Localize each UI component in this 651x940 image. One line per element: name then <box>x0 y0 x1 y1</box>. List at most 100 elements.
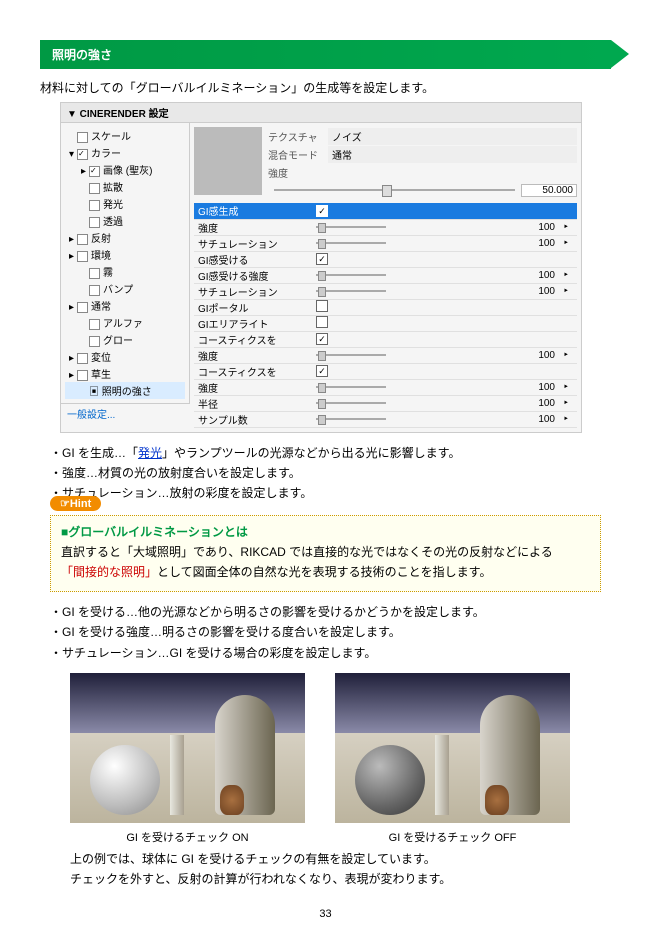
tree-item[interactable]: ▸通常 <box>65 297 185 314</box>
tree-item[interactable]: ▸反射 <box>65 229 185 246</box>
slider[interactable] <box>316 290 386 292</box>
tree-item[interactable]: ▣ 照明の強さ <box>65 382 185 399</box>
spinner-icon[interactable]: ‣ <box>559 267 577 283</box>
tree-item[interactable]: グロー <box>65 331 185 348</box>
checkbox[interactable] <box>316 365 328 377</box>
doc-icon: ▣ <box>89 387 102 398</box>
checkbox-icon[interactable] <box>77 370 88 381</box>
param-row: サチュレーション100‣ <box>194 235 577 251</box>
checkbox-icon[interactable] <box>89 336 100 347</box>
b2-1: ・GI を受ける…他の光源などから明るさの影響を受けるかどうかを設定します。 <box>50 602 611 622</box>
checkbox-icon[interactable] <box>77 251 88 262</box>
spinner-icon[interactable] <box>559 331 577 347</box>
strength-slider[interactable] <box>274 189 515 191</box>
caption-left: GI を受けるチェック ON <box>70 829 305 845</box>
checkbox-icon[interactable] <box>77 234 88 245</box>
param-value[interactable] <box>511 315 559 331</box>
tree-item[interactable]: スケール <box>65 127 185 144</box>
hint-label: ☞Hint <box>50 496 101 511</box>
spinner-icon[interactable]: ‣ <box>559 219 577 235</box>
blend-value[interactable]: 通常 <box>328 146 577 163</box>
checkbox-icon[interactable] <box>89 268 100 279</box>
checkbox-icon[interactable] <box>89 200 100 211</box>
param-value[interactable] <box>511 331 559 347</box>
spinner-icon[interactable] <box>559 299 577 315</box>
spinner-icon[interactable]: ‣ <box>559 347 577 363</box>
checkbox[interactable] <box>316 316 328 328</box>
param-value[interactable] <box>511 299 559 315</box>
b1-pre: ・GI を生成…「 <box>50 446 138 460</box>
tree-item[interactable]: ▸草生 <box>65 365 185 382</box>
tree-item[interactable]: 発光 <box>65 195 185 212</box>
param-label: コースティクスを <box>194 363 312 379</box>
slider[interactable] <box>316 354 386 356</box>
tree-item[interactable]: アルファ <box>65 314 185 331</box>
checkbox-icon[interactable] <box>89 319 100 330</box>
tree-item-label: アルファ <box>103 319 143 330</box>
spinner-icon[interactable] <box>559 315 577 331</box>
checkbox-icon[interactable] <box>89 183 100 194</box>
tree-item[interactable]: ▸環境 <box>65 246 185 263</box>
checkbox[interactable] <box>316 253 328 265</box>
param-row: サンプル数100‣ <box>194 411 577 427</box>
slider[interactable] <box>316 418 386 420</box>
tree-item[interactable]: バンプ <box>65 280 185 297</box>
param-value[interactable]: 100 <box>511 347 559 363</box>
tree-item-label: 霧 <box>103 268 113 279</box>
param-value[interactable]: 100 <box>511 379 559 395</box>
param-value[interactable]: 100 <box>511 267 559 283</box>
slider[interactable] <box>316 242 386 244</box>
param-value[interactable]: 100 <box>511 235 559 251</box>
tree-item-label: バンプ <box>103 285 133 296</box>
checkbox-icon[interactable] <box>89 217 100 228</box>
spinner-icon[interactable] <box>559 363 577 379</box>
general-settings-link[interactable]: 一般設定... <box>61 403 190 423</box>
checkbox-icon[interactable] <box>77 353 88 364</box>
checkbox-icon[interactable] <box>77 132 88 143</box>
param-value[interactable]: 100 <box>511 283 559 299</box>
tree-item[interactable]: ▸画像 (聖灰) <box>65 161 185 178</box>
checkbox-icon[interactable] <box>77 302 88 313</box>
tree-item[interactable]: ▸変位 <box>65 348 185 365</box>
tree-item[interactable]: 霧 <box>65 263 185 280</box>
strength-value[interactable]: 50.000 <box>521 184 577 197</box>
checkbox-icon[interactable] <box>77 149 88 160</box>
param-label: コースティクスを <box>194 331 312 347</box>
spinner-icon[interactable]: ‣ <box>559 379 577 395</box>
tree-panel: スケール▾カラー▸画像 (聖灰)拡散発光透過▸反射▸環境霧バンプ▸通常アルファグ… <box>61 123 190 432</box>
spinner-icon[interactable]: ‣ <box>559 411 577 427</box>
checkbox[interactable] <box>316 205 328 217</box>
checkbox[interactable] <box>316 333 328 345</box>
emit-link[interactable]: 発光 <box>138 446 162 460</box>
slider[interactable] <box>316 226 386 228</box>
param-value[interactable] <box>511 363 559 379</box>
tree-item-label: 通常 <box>91 302 111 313</box>
tree-item-label: 草生 <box>91 370 111 381</box>
checkbox-icon[interactable] <box>89 285 100 296</box>
checkbox[interactable] <box>316 300 328 312</box>
param-value[interactable]: 100 <box>511 411 559 427</box>
hint-box: ■グローバルイルミネーションとは 直訳すると「大域照明」であり、RIKCAD で… <box>50 515 601 592</box>
spinner-icon[interactable]: ‣ <box>559 235 577 251</box>
param-value[interactable]: 100 <box>511 219 559 235</box>
spinner-icon[interactable] <box>559 251 577 267</box>
slider[interactable] <box>316 402 386 404</box>
spinner-icon[interactable] <box>559 203 577 219</box>
tree-item[interactable]: 拡散 <box>65 178 185 195</box>
spinner-icon[interactable]: ‣ <box>559 395 577 411</box>
tree-item[interactable]: 透過 <box>65 212 185 229</box>
param-value[interactable]: 100 <box>511 395 559 411</box>
checkbox-icon[interactable] <box>89 166 100 177</box>
slider[interactable] <box>316 274 386 276</box>
param-row: コースティクスを <box>194 363 577 379</box>
texture-value[interactable]: ノイズ <box>328 128 577 145</box>
param-value[interactable] <box>511 203 559 219</box>
param-label: GI感受ける <box>194 251 312 267</box>
param-row: 強度100‣ <box>194 347 577 363</box>
param-value[interactable] <box>511 251 559 267</box>
texture-label: テクスチャ <box>268 129 328 144</box>
param-label: サチュレーション <box>194 283 312 299</box>
spinner-icon[interactable]: ‣ <box>559 283 577 299</box>
slider[interactable] <box>316 386 386 388</box>
tree-item[interactable]: ▾カラー <box>65 144 185 161</box>
